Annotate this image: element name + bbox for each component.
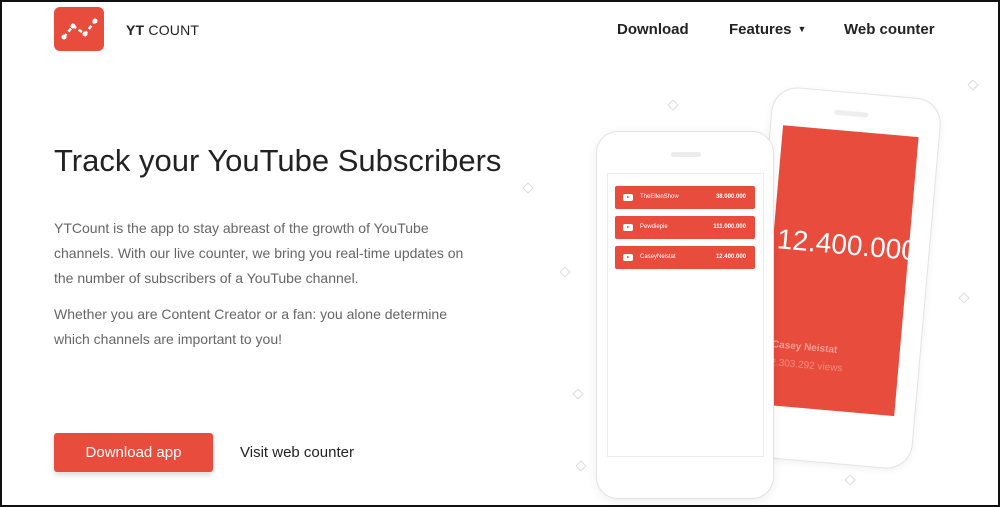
phone-speaker bbox=[671, 152, 701, 157]
channel-row-count: 12.400.000 bbox=[715, 254, 746, 260]
nav-web-counter[interactable]: Web counter bbox=[844, 21, 935, 38]
channel-row-name: TheEllenShow bbox=[640, 194, 679, 200]
channel-row-count: 111.000.000 bbox=[713, 224, 746, 230]
caret-down-icon: ▼ bbox=[797, 24, 807, 34]
youtube-icon bbox=[623, 254, 633, 261]
channel-row: CaseyNeistat 12.400.000 bbox=[615, 246, 755, 269]
hero-paragraph-1: YTCount is the app to stay abreast of th… bbox=[54, 220, 464, 286]
brand-name[interactable]: YT COUNT bbox=[126, 22, 199, 38]
channel-row-name: CaseyNeistat bbox=[640, 254, 676, 260]
channel-row: Pewdiepie 111.000.000 bbox=[615, 216, 755, 239]
youtube-icon bbox=[623, 194, 633, 201]
channel-name: Casey Neistat bbox=[771, 339, 838, 356]
phone-speaker bbox=[834, 109, 869, 118]
download-app-button[interactable]: Download app bbox=[54, 433, 213, 472]
nav-features[interactable]: Features ▼ bbox=[729, 21, 806, 38]
phone-front-mockup: TheEllenShow 38.000.000 Pewdiepie 111.00… bbox=[596, 131, 774, 499]
hero-paragraph-2: Whether you are Content Creator or a fan… bbox=[54, 306, 447, 347]
channel-views: 2.303.292 views bbox=[769, 357, 843, 375]
channel-row-name: Pewdiepie bbox=[640, 224, 668, 230]
visit-web-counter-link[interactable]: Visit web counter bbox=[240, 444, 354, 461]
channel-row: TheEllenShow 38.000.000 bbox=[615, 186, 755, 209]
phone-front-screen: TheEllenShow 38.000.000 Pewdiepie 111.00… bbox=[607, 173, 764, 457]
phone-back-screen: 12.400.000 Casey Neistat 2.303.292 views bbox=[758, 125, 919, 417]
nav-download[interactable]: Download bbox=[617, 21, 689, 38]
logo-icon[interactable] bbox=[54, 7, 104, 51]
youtube-icon bbox=[623, 224, 633, 231]
hero-title: Track your YouTube Subscribers bbox=[54, 143, 502, 178]
subscriber-count: 12.400.000 bbox=[775, 223, 919, 267]
channel-row-count: 38.000.000 bbox=[715, 194, 746, 200]
